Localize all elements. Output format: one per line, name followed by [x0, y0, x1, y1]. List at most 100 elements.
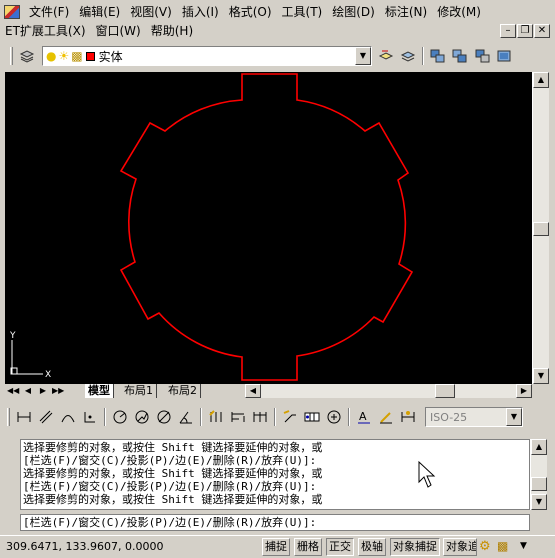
minimize-button[interactable]: –: [500, 24, 516, 38]
menu-help[interactable]: 帮助(H): [146, 21, 198, 41]
baseline-dimension-icon[interactable]: [228, 407, 248, 427]
scroll-left-icon[interactable]: ◀: [245, 384, 261, 398]
object-snap-toggle[interactable]: 对象捕捉: [390, 538, 440, 556]
layer-color-swatch: [85, 51, 95, 61]
continue-dimension-icon[interactable]: [250, 407, 270, 427]
menu-bar-row2: ET扩展工具(X) 窗口(W) 帮助(H): [0, 21, 198, 41]
object-track-toggle[interactable]: 对象追: [443, 538, 477, 556]
svg-text:A: A: [359, 410, 367, 423]
horizontal-scroll-thumb[interactable]: [435, 384, 455, 398]
chevron-down-icon[interactable]: ▼: [520, 541, 527, 551]
chevron-down-icon[interactable]: ▼: [506, 408, 522, 426]
status-bar: 309.6471, 133.9607, 0.0000 捕捉 栅格 正交 极轴 对…: [0, 535, 555, 558]
dimension-style-value: ISO-25: [430, 410, 468, 424]
current-layer-name: 实体: [98, 49, 123, 64]
mouse-cursor-icon: [418, 460, 436, 488]
model-space-drawing: Y X: [9, 73, 414, 381]
communication-center-icon[interactable]: ⚙: [479, 539, 491, 554]
center-mark-icon[interactable]: [324, 407, 344, 427]
ucs-x-label: X: [45, 370, 51, 380]
first-tab-icon[interactable]: ◀◀: [7, 385, 19, 397]
command-scroll-thumb[interactable]: [531, 477, 547, 491]
snap-toggle[interactable]: 捕捉: [262, 538, 290, 556]
dimension-edit-icon[interactable]: A: [354, 407, 374, 427]
command-window-scrollbar[interactable]: ▲ ▼: [530, 439, 547, 510]
command-input-line[interactable]: [栏选(F)/窗交(C)/投影(P)/边(E)/删除(R)/放弃(U)]:: [20, 514, 530, 531]
sun-icon: ☀: [58, 49, 70, 63]
scroll-up-icon[interactable]: ▲: [531, 439, 547, 455]
close-button[interactable]: ✕: [534, 24, 550, 38]
tab-layout1[interactable]: 布局1: [121, 384, 157, 398]
menu-modify[interactable]: 修改(M): [432, 2, 486, 22]
viewport-tile-4-icon[interactable]: [494, 46, 514, 66]
tab-model[interactable]: 模型: [85, 384, 114, 398]
command-history-line: [栏选(F)/窗交(C)/投影(P)/边(E)/删除(R)/放弃(U)]:: [23, 480, 317, 493]
scroll-down-icon[interactable]: ▼: [533, 368, 549, 384]
quick-dimension-icon[interactable]: [206, 407, 226, 427]
menu-tools[interactable]: 工具(T): [277, 2, 328, 22]
coordinate-readout: 309.6471, 133.9607, 0.0000: [6, 540, 164, 553]
previous-tab-icon[interactable]: ◀: [22, 385, 34, 397]
layer-properties-icon[interactable]: [17, 46, 37, 66]
scroll-right-icon[interactable]: ▶: [516, 384, 532, 398]
command-prompt: [栏选(F)/窗交(C)/投影(P)/边(E)/删除(R)/放弃(U)]:: [23, 516, 317, 529]
dimension-update-icon[interactable]: [398, 407, 418, 427]
command-history-line: 选择要修剪的对象，或按住 Shift 键选择要延伸的对象，或: [23, 493, 323, 506]
viewport-tile-1-icon[interactable]: [428, 46, 448, 66]
chevron-down-icon[interactable]: ▼: [355, 47, 371, 65]
command-history-line: [栏选(F)/窗交(C)/投影(P)/边(E)/删除(R)/放弃(U)]:: [23, 454, 317, 467]
lock-icon[interactable]: ▩: [497, 539, 508, 553]
menu-bar: 文件(F) 编辑(E) 视图(V) 插入(I) 格式(O) 工具(T) 绘图(D…: [0, 2, 486, 22]
dimension-text-edit-icon[interactable]: [376, 407, 396, 427]
diameter-dimension-icon[interactable]: [154, 407, 174, 427]
arc-length-icon[interactable]: [58, 407, 78, 427]
gear-outline-shape: [119, 73, 414, 381]
grid-toggle[interactable]: 栅格: [294, 538, 322, 556]
menu-dimension[interactable]: 标注(N): [380, 2, 432, 22]
menu-insert[interactable]: 插入(I): [177, 2, 224, 22]
scroll-up-icon[interactable]: ▲: [533, 72, 549, 88]
angular-dimension-icon[interactable]: [176, 407, 196, 427]
ordinate-dimension-icon[interactable]: [80, 407, 100, 427]
next-tab-icon[interactable]: ▶: [37, 385, 49, 397]
last-tab-icon[interactable]: ▶▶: [52, 385, 64, 397]
drawing-vertical-scrollbar[interactable]: ▲ ▼: [532, 72, 549, 384]
menu-edit[interactable]: 编辑(E): [74, 2, 125, 22]
menu-format[interactable]: 格式(O): [224, 2, 277, 22]
viewport-tile-2-icon[interactable]: [450, 46, 470, 66]
restore-button[interactable]: ❐: [517, 24, 533, 38]
make-object-layer-current-icon[interactable]: [376, 46, 396, 66]
drawing-canvas[interactable]: Y X: [5, 72, 532, 384]
menu-file[interactable]: 文件(F): [24, 2, 74, 22]
dimension-toolbar: A ISO-25 ▼: [5, 405, 523, 429]
tolerance-icon[interactable]: [302, 407, 322, 427]
dimension-style-dropdown[interactable]: ISO-25 ▼: [425, 407, 523, 427]
lock-icon: ▩: [71, 49, 83, 63]
layers-toolbar: ● ☀ ▩ 实体 ▼: [8, 44, 515, 68]
command-history-window[interactable]: 选择要修剪的对象，或按住 Shift 键选择要延伸的对象，或 [栏选(F)/窗交…: [20, 439, 530, 510]
polar-toggle[interactable]: 极轴: [358, 538, 386, 556]
drawing-horizontal-scrollbar[interactable]: ◀ ▶: [245, 384, 532, 398]
menu-express-tools[interactable]: ET扩展工具(X): [0, 21, 91, 41]
ucs-icon: [10, 340, 43, 375]
tab-layout2[interactable]: 布局2: [165, 384, 201, 398]
layer-previous-icon[interactable]: [398, 46, 418, 66]
viewport-tile-3-icon[interactable]: [472, 46, 492, 66]
scrollbar-thumb[interactable]: [533, 222, 549, 236]
linear-dimension-icon[interactable]: [14, 407, 34, 427]
aligned-dimension-icon[interactable]: [36, 407, 56, 427]
jogged-dimension-icon[interactable]: [132, 407, 152, 427]
menu-draw[interactable]: 绘图(D): [327, 2, 380, 22]
radius-dimension-icon[interactable]: [110, 407, 130, 427]
layout-tab-bar: ◀◀ ◀ ▶ ▶▶ 模型 布局1 布局2 ◀ ▶: [5, 384, 532, 398]
command-history-line: 选择要修剪的对象，或按住 Shift 键选择要延伸的对象，或: [23, 467, 323, 480]
layer-dropdown[interactable]: ● ☀ ▩ 实体 ▼: [42, 46, 372, 66]
menu-window[interactable]: 窗口(W): [91, 21, 146, 41]
command-history-line: 选择要修剪的对象，或按住 Shift 键选择要延伸的对象，或: [23, 441, 323, 454]
ortho-toggle[interactable]: 正交: [326, 538, 354, 556]
drawing-document-icon[interactable]: [4, 5, 20, 19]
scroll-down-icon[interactable]: ▼: [531, 494, 547, 510]
lightbulb-icon: ●: [46, 49, 57, 63]
quick-leader-icon[interactable]: [280, 407, 300, 427]
menu-view[interactable]: 视图(V): [125, 2, 177, 22]
